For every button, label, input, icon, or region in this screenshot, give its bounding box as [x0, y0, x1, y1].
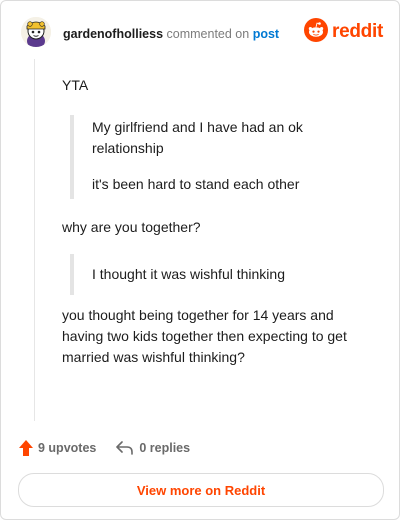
comment-header: gardenofholliess commented on post reddi…	[21, 15, 383, 55]
username-link[interactable]: gardenofholliess	[63, 27, 163, 41]
upvote-button[interactable]: 9 upvotes	[19, 440, 96, 456]
avatar[interactable]	[21, 17, 51, 47]
reddit-wordmark: reddit	[332, 21, 383, 42]
question-text: why are you together?	[62, 219, 201, 235]
upvote-count: 9 upvotes	[38, 441, 97, 455]
blockquote-2: I thought it was wishful thinking	[70, 254, 372, 295]
reddit-logo-icon	[304, 17, 329, 47]
commented-on-text: commented on	[166, 27, 250, 41]
byline: gardenofholliess commented on post	[63, 27, 279, 41]
post-link[interactable]: post	[253, 27, 279, 41]
reply-count: 0 replies	[139, 441, 191, 455]
closing-text: you thought being together for 14 years …	[62, 307, 347, 365]
thread-line	[34, 59, 35, 421]
comment-embed-card: gardenofholliess commented on post reddi…	[0, 0, 400, 520]
reply-text: YTA	[62, 77, 89, 93]
upvote-arrow-icon	[19, 440, 33, 456]
quote-line-1: My girlfriend and I have had an ok relat…	[92, 119, 303, 156]
quote-line-2: it's been hard to stand each other	[92, 176, 300, 192]
comment-footer: 9 upvotes 0 replies	[19, 438, 190, 458]
comment-body: YTA My girlfriend and I have had an ok r…	[62, 71, 372, 368]
reddit-brand[interactable]: reddit	[304, 17, 383, 47]
reply-button[interactable]: 0 replies	[116, 441, 190, 455]
view-more-button[interactable]: View more on Reddit	[18, 473, 384, 507]
reply-icon	[116, 441, 134, 455]
blockquote-1: My girlfriend and I have had an ok relat…	[70, 115, 372, 199]
quote-text-2: I thought it was wishful thinking	[92, 266, 285, 282]
